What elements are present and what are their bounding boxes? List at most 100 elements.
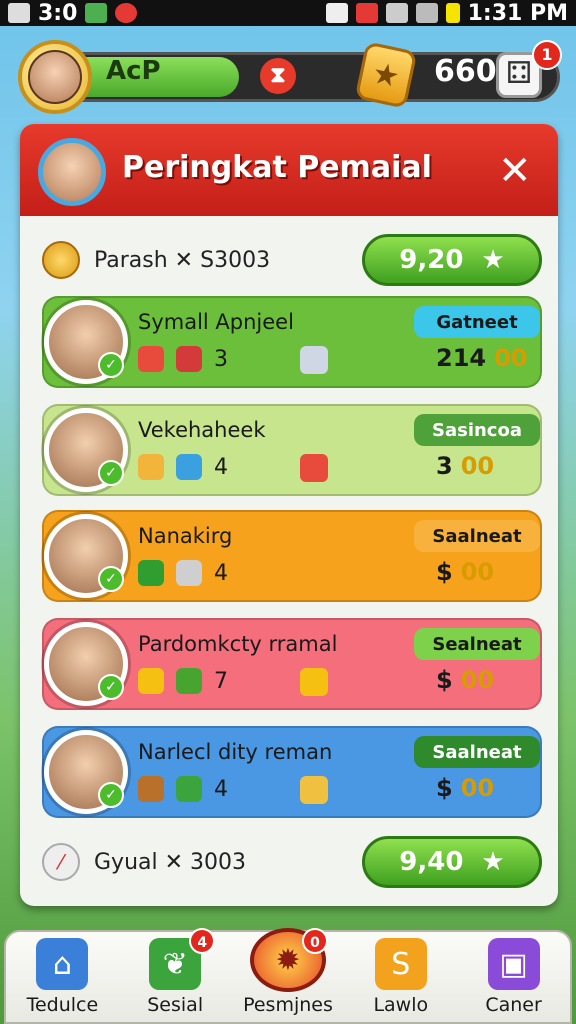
score-highlight: 00 [460, 452, 495, 480]
gold-bar-icon [138, 668, 164, 694]
frog-icon [176, 776, 202, 802]
item-count: 4 [214, 454, 228, 480]
top-hud: AcP ⧗ ★ 660 ⚃ 1 [18, 40, 562, 114]
header-avatar [38, 138, 106, 206]
nav-item-lawlo[interactable]: S Lawlo [351, 928, 451, 1016]
score-highlight: 00 [460, 774, 495, 802]
wifi-icon [385, 3, 408, 23]
score-value: $ [436, 558, 453, 586]
status-bar: 3:0 1:31 PM [0, 0, 576, 26]
online-check-icon: ✓ [98, 674, 124, 700]
player-name: Symall Apnjeel [138, 310, 294, 334]
avatar-face-icon [28, 50, 82, 104]
status-badge[interactable]: Saalneat [414, 736, 540, 768]
score-highlight: 00 [460, 558, 495, 586]
player-score: $00 [436, 558, 494, 586]
summary-top-label: Parash ✕ S3003 [94, 247, 271, 273]
online-check-icon: ✓ [98, 782, 124, 808]
coin-icon [42, 241, 80, 279]
summary-bottom-button[interactable]: 9,40 ★ [362, 836, 542, 888]
status-left-text: 3:0 [38, 0, 78, 26]
player-name: Narlecl dity reman [138, 740, 333, 764]
player-items: 4 [138, 454, 228, 480]
leaf-icon [176, 668, 202, 694]
score-value: $ [436, 666, 453, 694]
player-items: 4 [138, 560, 228, 586]
player-card[interactable]: ✓ Symall Apnjeel 3 Gatneet 214 00 [42, 296, 542, 388]
player-score: $00 [436, 666, 494, 694]
nav-item-sesial[interactable]: ❦ Sesial 4 [125, 928, 225, 1016]
score-highlight: 00 [460, 666, 495, 694]
bottom-nav: ⌂ Tedulce ❦ Sesial 4 ✹ Pesmjnes 0 S Lawlo ▣ Caner [4, 928, 572, 1024]
score-highlight: 00 [494, 344, 528, 372]
signal-icon [415, 3, 438, 23]
gallery-icon [8, 3, 30, 23]
crate-icon [300, 668, 328, 696]
no-sim-icon [355, 3, 378, 23]
player-name: AcP [106, 56, 161, 86]
status-badge[interactable]: Sasincoa [414, 414, 540, 446]
whistle-icon: ⁄ [42, 843, 80, 881]
status-badge[interactable]: Gatneet [414, 306, 540, 338]
nav-label: Sesial [147, 994, 204, 1016]
score-value: 214 [436, 344, 487, 372]
vibrate-icon [325, 3, 348, 23]
item-count: 4 [214, 560, 228, 586]
nav-item-tedulce[interactable]: ⌂ Tedulce [12, 928, 112, 1016]
ruby-icon [176, 346, 202, 372]
score-value: 3 [436, 452, 453, 480]
player-items: 3 [138, 346, 228, 372]
summary-row-top: Parash ✕ S3003 9,20 ★ [42, 232, 542, 288]
nav-label: Pesmjnes [243, 994, 333, 1016]
status-time: 1:31 PM [467, 0, 568, 26]
nav-item-caner[interactable]: ▣ Caner [464, 928, 564, 1016]
player-name: Nanakirg [138, 524, 233, 548]
player-score: $00 [436, 774, 494, 802]
app-icon [85, 3, 108, 23]
player-score: 214 00 [436, 344, 528, 372]
swirl-icon [138, 346, 164, 372]
online-check-icon: ✓ [98, 460, 124, 486]
crystal-icon [176, 454, 202, 480]
battery-icon [445, 3, 460, 23]
hourglass-icon[interactable]: ⧗ [260, 58, 296, 94]
player-name: Pardomkcty rramal [138, 632, 338, 656]
item-count: 7 [214, 668, 228, 694]
close-button[interactable]: ✕ [498, 148, 532, 194]
summary-bottom-value: 9,40 [399, 847, 464, 877]
lollipop-icon [300, 776, 328, 804]
online-check-icon: ✓ [98, 352, 124, 378]
score-value: $ [436, 774, 453, 802]
item-count: 3 [214, 346, 228, 372]
s-badge-icon: S [374, 938, 427, 990]
player-card[interactable]: ✓ Vekehaheek 4 Sasincoa 3 00 [42, 404, 542, 496]
stool-icon [138, 560, 164, 586]
status-badge[interactable]: Sealneat [414, 628, 540, 660]
player-avatar[interactable] [18, 40, 92, 114]
player-score: 3 00 [436, 452, 494, 480]
nav-item-pesmjnes[interactable]: ✹ Pesmjnes 0 [238, 928, 338, 1016]
brick-icon [300, 346, 328, 374]
panel-title: Peringkat Pemaial [122, 150, 432, 185]
leaderboard-panel: Peringkat Pemaial ✕ Parash ✕ S3003 9,20 … [20, 124, 558, 906]
status-badge[interactable]: Saalneat [414, 520, 540, 552]
player-card[interactable]: ✓ Narlecl dity reman 4 Saalneat $00 [42, 726, 542, 818]
nav-label: Lawlo [373, 994, 429, 1016]
notification-badge: 4 [189, 928, 216, 954]
summary-row-bottom: ⁄ Gyual ✕ 3003 9,40 ★ [42, 834, 542, 890]
notification-badge: 0 [301, 928, 328, 954]
summary-bottom-label: Gyual ✕ 3003 [94, 849, 247, 875]
cupcake-icon [300, 454, 328, 482]
panel-header: Peringkat Pemaial ✕ [20, 124, 558, 216]
online-check-icon: ✓ [98, 566, 124, 592]
bulb-icon [176, 560, 202, 586]
player-card[interactable]: ✓ Pardomkcty rramal 7 Sealneat $00 [42, 618, 542, 710]
star-icon: ★ [481, 847, 505, 877]
house-icon: ⌂ [36, 938, 89, 990]
crossed-bones-icon [138, 776, 164, 802]
ladybug-icon [115, 3, 138, 23]
player-card[interactable]: ✓ Nanakirg 4 Saalneat $00 [42, 510, 542, 602]
summary-top-button[interactable]: 9,20 ★ [362, 234, 542, 286]
purple-box-icon: ▣ [487, 938, 540, 990]
coin-count: 660 [434, 54, 497, 89]
